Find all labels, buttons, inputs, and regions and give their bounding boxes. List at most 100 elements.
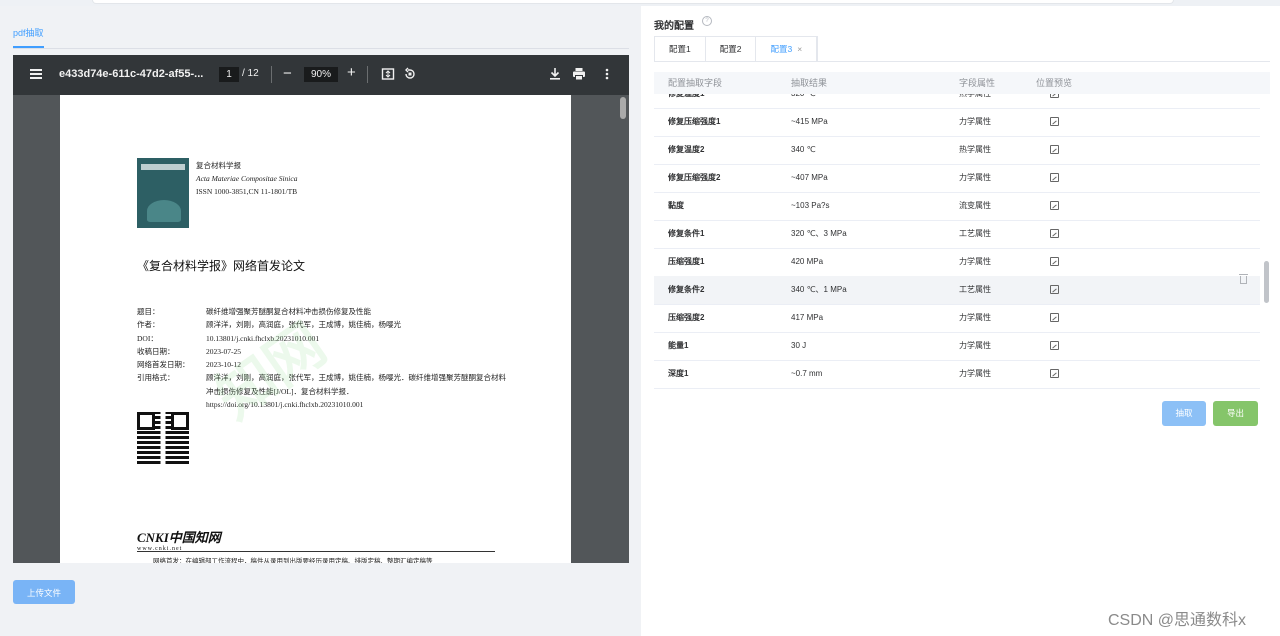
- more-options-icon[interactable]: [600, 67, 614, 81]
- help-icon[interactable]: ?: [702, 16, 712, 26]
- table-row[interactable]: 能量1 30 J 力学属性: [654, 332, 1260, 361]
- meta-key: 收稿日期：: [137, 346, 175, 356]
- cnki-logo: CNKI中国知网 www.cnki.net: [137, 527, 221, 552]
- cell-field: 能量1: [668, 341, 689, 350]
- table-row[interactable]: 压缩强度1 420 MPa 力学属性: [654, 248, 1260, 277]
- cell-attr: 力学属性: [959, 173, 991, 182]
- csdn-watermark: CSDN @思通数科x: [1108, 612, 1247, 629]
- rotate-icon[interactable]: [403, 67, 417, 81]
- meta-key: DOI：: [137, 333, 158, 343]
- table-row[interactable]: 修复压缩强度2 ~407 MPa 力学属性: [654, 164, 1260, 193]
- meta-value: 碳纤维增强聚芳醚酮复合材料冲击损伤修复及性能: [206, 307, 371, 316]
- column-header: 抽取结果: [791, 78, 828, 88]
- cell-attr: 工艺属性: [959, 229, 991, 238]
- download-icon[interactable]: [548, 67, 562, 81]
- cell-result: ~0.7 mm: [791, 369, 823, 378]
- fit-page-icon[interactable]: [381, 67, 395, 81]
- cell-attr: 工艺属性: [959, 285, 991, 294]
- table-row[interactable]: 压缩强度2 417 MPa 力学属性: [654, 304, 1260, 333]
- zoom-out-button[interactable]: −: [283, 65, 292, 82]
- cell-field: 修复条件1: [668, 229, 705, 238]
- image-preview-icon[interactable]: [1050, 369, 1059, 378]
- cell-attr: 力学属性: [959, 257, 991, 266]
- meta-row: 题目： 碳纤维增强聚芳醚酮复合材料冲击损伤修复及性能: [137, 305, 507, 318]
- cell-attr: 热学属性: [959, 94, 991, 108]
- tab-config-1[interactable]: 配置1: [655, 37, 706, 62]
- meta-key: 题目：: [137, 307, 160, 316]
- upload-file-button[interactable]: 上传文件: [13, 580, 75, 604]
- cell-attr: 力学属性: [959, 369, 991, 378]
- qr-code: [137, 412, 189, 464]
- pdf-tabbar: pdf抽取: [13, 20, 629, 49]
- journal-name-cn: 复合材料学报: [196, 161, 241, 170]
- column-header: 字段属性: [959, 78, 996, 88]
- meta-key: 作者：: [137, 320, 160, 330]
- table-row[interactable]: 深度1 ~0.7 mm 力学属性: [654, 360, 1260, 389]
- meta-row: 作者： 顾洋洋，刘刚，高润庭，张代军，王成博，姚佳楠，杨嘤光: [137, 318, 507, 331]
- table-row[interactable]: 修复条件1 320 ℃、3 MPa 工艺属性: [654, 220, 1260, 249]
- table-row[interactable]: 修复压缩强度1 ~415 MPa 力学属性: [654, 108, 1260, 137]
- table-row[interactable]: 修复温度1 320 ℃ 热学属性: [654, 94, 1260, 109]
- close-icon[interactable]: ×: [797, 44, 802, 54]
- column-header: 位置预览: [1036, 78, 1073, 88]
- cell-attr: 流变属性: [959, 201, 991, 210]
- tab-config-2[interactable]: 配置2: [706, 37, 757, 62]
- cell-result: 30 J: [791, 341, 807, 350]
- journal-issn: ISSN 1000-3851,CN 11-1801/TB: [196, 187, 298, 196]
- extract-button[interactable]: 抽取: [1162, 401, 1206, 426]
- pdf-panel: pdf抽取 e433d74e-611c-47d2-af55-... 1 / 12…: [0, 6, 641, 636]
- table-row[interactable]: 黏度 ~103 Pa?s 流变属性: [654, 192, 1260, 221]
- zoom-in-button[interactable]: +: [347, 64, 356, 81]
- menu-icon[interactable]: [30, 69, 42, 79]
- image-preview-icon[interactable]: [1050, 173, 1059, 182]
- image-preview-icon[interactable]: [1050, 285, 1059, 294]
- image-preview-icon[interactable]: [1050, 313, 1059, 322]
- cell-result: ~407 MPa: [791, 173, 828, 182]
- image-preview-icon[interactable]: [1050, 94, 1059, 98]
- image-preview-icon[interactable]: [1050, 117, 1059, 126]
- cell-field: 黏度: [668, 201, 684, 210]
- image-preview-icon[interactable]: [1050, 201, 1059, 210]
- cell-attr: 力学属性: [959, 341, 991, 350]
- cell-field: 深度1: [668, 369, 689, 378]
- image-preview-icon[interactable]: [1050, 257, 1059, 266]
- tabs-underline: [654, 61, 1270, 62]
- cell-field: 修复压缩强度2: [668, 173, 721, 182]
- print-icon[interactable]: [572, 67, 586, 81]
- pdf-filename: e433d74e-611c-47d2-af55-...: [59, 68, 204, 80]
- pdf-scrollbar[interactable]: [620, 97, 626, 119]
- export-button[interactable]: 导出: [1213, 401, 1258, 426]
- tab-config-3[interactable]: 配置3 ×: [756, 37, 818, 62]
- table-scrollbar[interactable]: [1264, 261, 1269, 303]
- table-row[interactable]: 修复条件2 340 ℃、1 MPa 工艺属性: [654, 274, 1260, 305]
- tab-config-3-label: 配置3: [770, 44, 793, 54]
- cell-attr: 热学属性: [959, 145, 991, 154]
- column-header: 配置抽取字段: [668, 78, 723, 88]
- image-preview-icon[interactable]: [1050, 229, 1059, 238]
- paper-headline: 《复合材料学报》网络首发论文: [137, 259, 306, 273]
- table-row[interactable]: 修复温度2 340 ℃ 热学属性: [654, 136, 1260, 165]
- config-tabs: 配置1 配置2 配置3 ×: [654, 36, 819, 62]
- zoom-input[interactable]: 90%: [304, 67, 338, 82]
- cell-result: 417 MPa: [791, 313, 824, 322]
- tab-pdf-extract[interactable]: pdf抽取: [13, 24, 44, 48]
- cell-attr: 力学属性: [959, 117, 991, 126]
- cell-result: ~415 MPa: [791, 117, 828, 126]
- cell-result: ~103 Pa?s: [791, 201, 830, 210]
- journal-info: 复合材料学报 Acta Materiae Compositae Sinica I…: [196, 159, 297, 198]
- delete-icon[interactable]: [1239, 274, 1248, 284]
- cell-result: 320 ℃: [791, 94, 816, 108]
- cell-field: 修复压缩强度1: [668, 117, 721, 126]
- cell-result: 420 MPa: [791, 257, 824, 266]
- image-preview-icon[interactable]: [1050, 341, 1059, 350]
- cell-result: 340 ℃、1 MPa: [791, 285, 847, 294]
- page-number-input[interactable]: 1: [219, 67, 239, 82]
- image-preview-icon[interactable]: [1050, 145, 1059, 154]
- address-bar[interactable]: [92, 0, 1174, 4]
- cell-field: 压缩强度1: [668, 257, 705, 266]
- cell-attr: 力学属性: [959, 313, 991, 322]
- cell-field: 修复条件2: [668, 285, 705, 294]
- config-table: 修复温度1 320 ℃ 热学属性 修复压缩强度1 ~415 MPa 力学属性 修复温度2…: [654, 94, 1260, 389]
- toolbar-divider: [271, 66, 272, 83]
- pdf-viewer: e433d74e-611c-47d2-af55-... 1 / 12 − 90%…: [13, 55, 629, 563]
